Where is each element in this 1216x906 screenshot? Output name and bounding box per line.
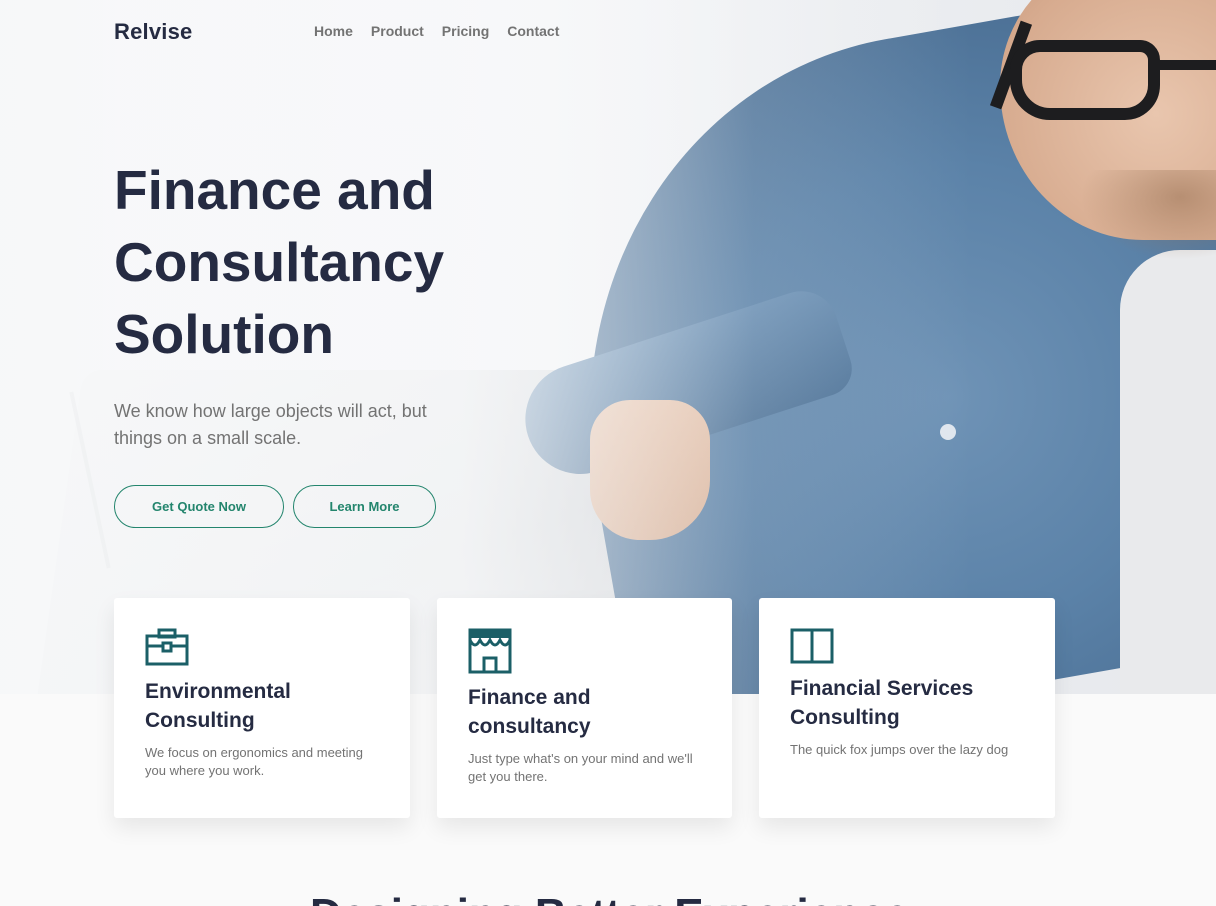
section-heading: Designing Better Experience [310, 890, 1010, 906]
hero-title-line-1: Finance and [114, 159, 435, 221]
hero-title: Finance and Consultancy Solution [114, 154, 514, 370]
hero-subtitle: We know how large objects will act, but … [114, 401, 427, 448]
brand-logo[interactable]: Relvise [114, 19, 192, 45]
hero-title-line-3: Solution [114, 303, 334, 365]
storefront-icon [468, 628, 512, 678]
hero-title-line-2: Consultancy [114, 231, 445, 293]
book-icon [790, 628, 834, 668]
card-text: We focus on ergonomics and meeting you w… [145, 745, 363, 778]
card-text: The quick fox jumps over the lazy dog [790, 742, 1009, 757]
card-title: Financial Services Consulting [790, 677, 974, 729]
card-title: Environmental Consulting [145, 680, 291, 732]
nav-links: Home Product Pricing Contact [314, 23, 559, 39]
top-navigation: Relvise Home Product Pricing Contact [0, 0, 1216, 64]
briefcase-icon [145, 628, 189, 670]
nav-pricing[interactable]: Pricing [442, 23, 489, 39]
get-quote-button[interactable]: Get Quote Now [114, 485, 284, 528]
service-card-financial-services[interactable]: Financial Services Consulting The quick … [759, 598, 1055, 818]
card-title: Finance and consultancy [468, 686, 591, 738]
nav-contact[interactable]: Contact [507, 23, 559, 39]
service-card-environmental[interactable]: Environmental Consulting We focus on erg… [114, 598, 410, 818]
service-card-finance[interactable]: Finance and consultancy Just type what's… [437, 598, 732, 818]
nav-home[interactable]: Home [314, 23, 353, 39]
learn-more-button[interactable]: Learn More [293, 485, 436, 528]
nav-product[interactable]: Product [371, 23, 424, 39]
card-text: Just type what's on your mind and we'll … [468, 751, 693, 784]
